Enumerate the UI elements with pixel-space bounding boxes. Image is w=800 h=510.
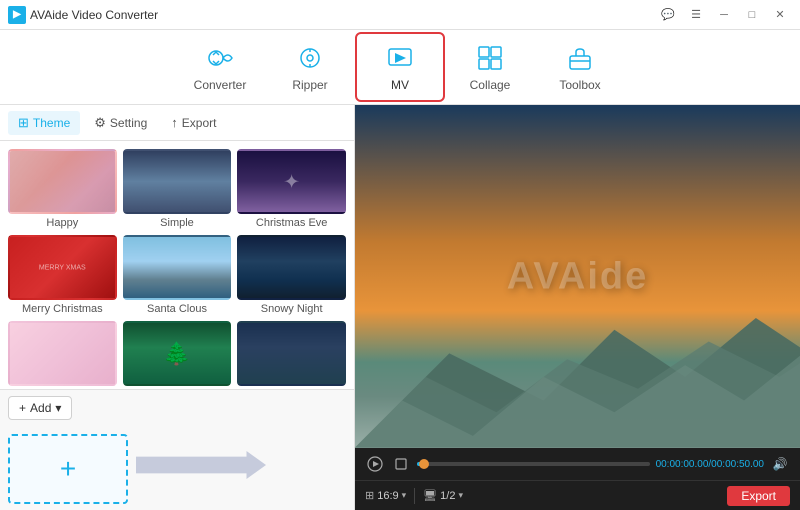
theme-grid: Happy Simple Christmas Eve Merry Christm… — [0, 141, 354, 389]
progress-bar[interactable] — [417, 462, 650, 466]
minimize-button[interactable]: ─ — [712, 5, 736, 25]
setting-gear-icon: ⚙ — [94, 115, 106, 131]
play-button[interactable] — [365, 454, 385, 474]
collage-icon — [474, 42, 506, 74]
ratio-select[interactable]: ⊞ 16:9 ▾ — [365, 489, 406, 502]
page-select[interactable]: 🖥 1/2 ▾ — [423, 489, 463, 502]
theme-item-santa-claus[interactable]: Santa Clous — [123, 235, 232, 315]
theme-thumb-santa-claus — [123, 235, 232, 300]
add-chevron-icon: ▾ — [55, 401, 61, 415]
stop-button[interactable] — [391, 454, 411, 474]
theme-label-merry-christmas: Merry Christmas — [22, 303, 103, 315]
theme-thumb-christmas-eve — [237, 149, 346, 214]
nav-label-ripper: Ripper — [292, 78, 327, 92]
theme-grid-icon: ⊞ — [18, 115, 29, 131]
add-plus-icon: + — [19, 401, 26, 415]
bottom-controls: ⊞ 16:9 ▾ 🖥 1/2 ▾ Export — [355, 480, 800, 510]
chat-button[interactable]: 💬 — [656, 5, 680, 25]
ratio-chevron-icon: ▾ — [402, 490, 407, 501]
theme-thumb-stripes — [8, 321, 117, 386]
sub-nav-export-label: Export — [182, 116, 217, 130]
app-title: AVAide Video Converter — [30, 8, 158, 22]
sub-nav-theme[interactable]: ⊞ Theme — [8, 111, 80, 135]
nav-label-converter: Converter — [194, 78, 247, 92]
monitor-icon: 🖥 — [423, 489, 437, 502]
left-panel: ⊞ Theme ⚙ Setting ↑ Export Happy — [0, 105, 355, 510]
theme-item-merry-christmas[interactable]: Merry Christmas — [8, 235, 117, 315]
theme-thumb-simple — [123, 149, 232, 214]
nav-label-toolbox: Toolbox — [559, 78, 600, 92]
ripper-icon — [294, 42, 326, 74]
nav-item-ripper[interactable]: Ripper — [265, 32, 355, 102]
converter-icon — [204, 42, 236, 74]
nav-item-converter[interactable]: Converter — [175, 32, 265, 102]
close-button[interactable]: ✕ — [768, 5, 792, 25]
drop-area[interactable]: + — [8, 434, 128, 504]
nav-label-mv: MV — [391, 78, 409, 92]
theme-item-beautiful-christmas[interactable]: Beautiful Christmas — [237, 321, 346, 389]
volume-button[interactable]: 🔊 — [770, 454, 790, 474]
watermark-text: AVAide — [507, 255, 649, 298]
right-panel: AVAide 00:00:00.00/00:00:50.00 🔊 — [355, 105, 800, 510]
theme-thumb-happy — [8, 149, 117, 214]
video-controls: 00:00:00.00/00:00:50.00 🔊 — [355, 448, 800, 480]
title-bar: ▶ AVAide Video Converter 💬 ☰ ─ □ ✕ — [0, 0, 800, 30]
ratio-icon: ⊞ — [365, 489, 374, 502]
theme-item-happy[interactable]: Happy — [8, 149, 117, 229]
theme-thumb-beautiful-christmas — [237, 321, 346, 386]
theme-thumb-snowy-night — [237, 235, 346, 300]
theme-label-simple: Simple — [160, 217, 194, 229]
toolbox-icon — [564, 42, 596, 74]
ratio-value: 16:9 — [377, 490, 398, 502]
add-bar: + Add ▾ — [8, 396, 346, 420]
app-logo: ▶ AVAide Video Converter — [8, 6, 158, 24]
export-arrow-icon: ↑ — [171, 115, 178, 130]
theme-thumb-christmas-tree — [123, 321, 232, 386]
page-chevron-icon: ▾ — [458, 490, 463, 501]
window-controls: 💬 ☰ ─ □ ✕ — [656, 5, 792, 25]
theme-item-stripes-waves[interactable]: Stripes & Waves — [8, 321, 117, 389]
theme-thumb-merry-christmas — [8, 235, 117, 300]
sub-nav-setting[interactable]: ⚙ Setting — [84, 111, 157, 135]
menu-button[interactable]: ☰ — [684, 5, 708, 25]
arrow-indicator — [136, 451, 266, 479]
bottom-section: + Add ▾ + — [0, 389, 354, 510]
theme-item-christmas-tree[interactable]: Christmas Tree — [123, 321, 232, 389]
export-button[interactable]: Export — [727, 486, 790, 506]
add-button-label: Add — [30, 401, 51, 415]
sub-nav-theme-label: Theme — [33, 116, 70, 130]
theme-label-christmas-eve: Christmas Eve — [256, 217, 328, 229]
preview-background: AVAide — [355, 105, 800, 448]
logo-icon: ▶ — [8, 6, 26, 24]
theme-label-santa-claus: Santa Clous — [147, 303, 207, 315]
nav-item-toolbox[interactable]: Toolbox — [535, 32, 625, 102]
page-value: 1/2 — [440, 490, 455, 502]
theme-item-snowy-night[interactable]: Snowy Night — [237, 235, 346, 315]
theme-item-simple[interactable]: Simple — [123, 149, 232, 229]
add-button[interactable]: + Add ▾ — [8, 396, 72, 420]
arrow-body — [136, 451, 266, 479]
nav-label-collage: Collage — [470, 78, 511, 92]
main-content: ⊞ Theme ⚙ Setting ↑ Export Happy — [0, 105, 800, 510]
nav-bar: Converter Ripper MV Collage Toolbox — [0, 30, 800, 105]
nav-item-collage[interactable]: Collage — [445, 32, 535, 102]
drop-plus-icon: + — [60, 453, 76, 485]
time-display: 00:00:00.00/00:00:50.00 — [656, 459, 764, 470]
nav-item-mv[interactable]: MV — [355, 32, 445, 102]
video-preview: AVAide — [355, 105, 800, 448]
sub-nav-setting-label: Setting — [110, 116, 147, 130]
theme-item-christmas-eve[interactable]: Christmas Eve — [237, 149, 346, 229]
sub-nav: ⊞ Theme ⚙ Setting ↑ Export — [0, 105, 354, 141]
maximize-button[interactable]: □ — [740, 5, 764, 25]
theme-label-happy: Happy — [46, 217, 78, 229]
controls-divider — [414, 488, 415, 504]
theme-label-snowy-night: Snowy Night — [261, 303, 323, 315]
sub-nav-export[interactable]: ↑ Export — [161, 111, 226, 134]
progress-dot — [419, 459, 429, 469]
mv-icon — [384, 42, 416, 74]
